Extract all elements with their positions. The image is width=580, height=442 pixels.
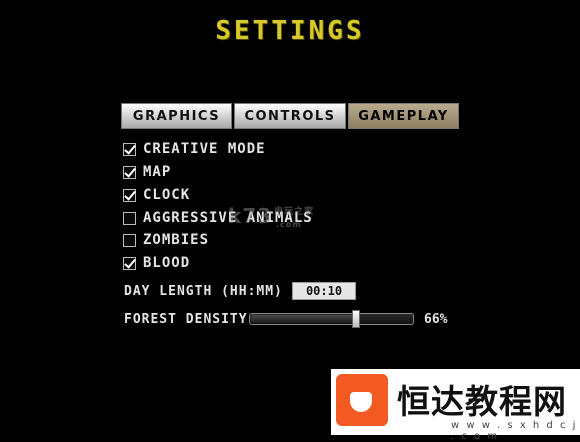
k73-com-text: .com (276, 220, 302, 229)
option-map[interactable]: MAP (123, 163, 171, 181)
option-clock[interactable]: CLOCK (123, 186, 190, 204)
brand-name: 恒达教程网 (397, 382, 567, 421)
option-zombies[interactable]: ZOMBIES (123, 231, 209, 249)
option-blood[interactable]: BLOOD (123, 254, 190, 272)
slider-fill (251, 315, 357, 323)
option-label: CLOCK (143, 187, 191, 203)
day-length-label: DAY LENGTH (HH:MM) (124, 284, 283, 299)
slider-thumb[interactable] (352, 310, 360, 328)
brand-logo-icon (336, 374, 388, 426)
forest-density-label: FOREST DENSITY (124, 312, 248, 327)
forest-density-value: 66% (424, 312, 448, 327)
zombies-checkbox[interactable] (123, 233, 136, 247)
k73-text: k73 (228, 204, 273, 228)
tab-gameplay[interactable]: GAMEPLAY (348, 103, 459, 129)
option-label: CREATIVE MODE (143, 141, 266, 157)
brand-url: w w w . s x h d c j . c o m (451, 420, 578, 442)
option-label: MAP (143, 164, 172, 180)
k73-watermark: k73 电玩之家 .com (228, 204, 314, 229)
brand-watermark: 恒达教程网 w w w . s x h d c j . c o m (331, 369, 580, 442)
k73-cn-text: 电玩之家 (274, 207, 315, 217)
tab-graphics[interactable]: GRAPHICS (121, 103, 232, 129)
map-checkbox[interactable] (123, 165, 136, 179)
option-label: ZOMBIES (143, 232, 210, 248)
option-label: BLOOD (143, 255, 191, 271)
creative-mode-checkbox[interactable] (123, 142, 136, 156)
page-title: SETTINGS (215, 16, 365, 46)
aggressive-animals-checkbox[interactable] (123, 211, 136, 225)
forest-density-slider[interactable] (249, 310, 414, 328)
clock-checkbox[interactable] (123, 188, 136, 202)
tab-controls[interactable]: CONTROLS (234, 103, 346, 129)
blood-checkbox[interactable] (123, 256, 136, 270)
option-creative-mode[interactable]: CREATIVE MODE (123, 140, 266, 158)
day-length-field[interactable]: 00:10 (292, 282, 356, 300)
